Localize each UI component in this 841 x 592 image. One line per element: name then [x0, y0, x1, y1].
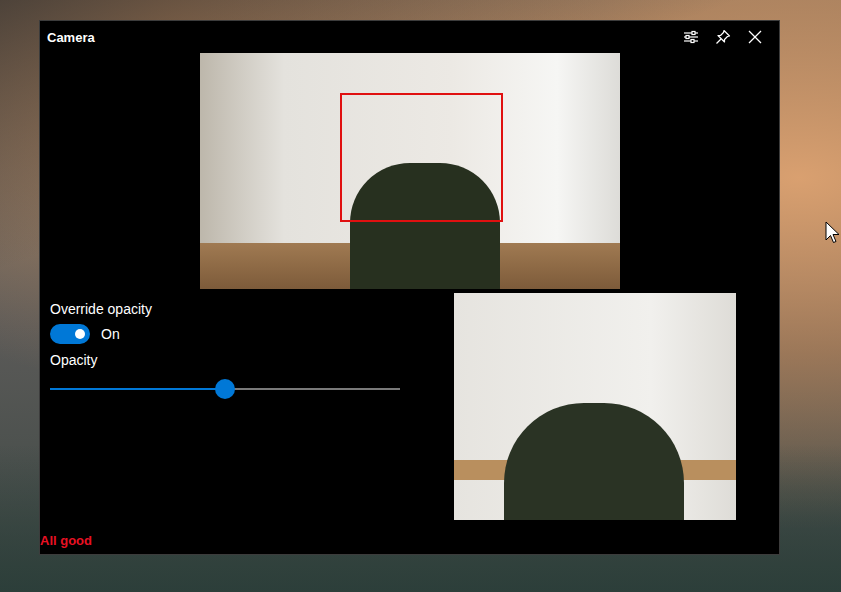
- status-text: All good: [40, 533, 779, 549]
- camera-feed: [200, 53, 620, 289]
- mouse-cursor-icon: [825, 221, 841, 245]
- feed-person: [350, 163, 500, 289]
- preview-person: [504, 403, 684, 520]
- opacity-label: Opacity: [50, 350, 400, 370]
- opacity-slider[interactable]: [50, 377, 400, 401]
- override-opacity-row: On: [50, 324, 400, 344]
- override-opacity-toggle[interactable]: [50, 324, 90, 344]
- title-bar[interactable]: Camera: [40, 21, 779, 53]
- lower-row: Override opacity On Opacity: [40, 293, 779, 520]
- controls-panel: Override opacity On Opacity: [40, 293, 400, 520]
- pin-button[interactable]: [707, 21, 739, 53]
- camera-window: Camera Override opacity On Opacity All good: [39, 20, 780, 555]
- sliders-icon: [683, 29, 699, 45]
- toggle-knob: [75, 329, 85, 339]
- slider-fill: [50, 388, 225, 390]
- slider-thumb[interactable]: [215, 379, 235, 399]
- close-icon: [747, 29, 763, 45]
- close-button[interactable]: [739, 21, 771, 53]
- override-opacity-label: Override opacity: [50, 299, 400, 319]
- settings-button[interactable]: [675, 21, 707, 53]
- face-detection-box: [340, 93, 503, 222]
- pin-icon: [715, 29, 731, 45]
- preview-feed: [454, 293, 736, 520]
- title-buttons: [675, 21, 779, 53]
- window-title: Camera: [47, 30, 95, 45]
- main-feed-row: [40, 53, 779, 289]
- toggle-state-text: On: [101, 326, 120, 342]
- desktop: Camera Override opacity On Opacity All good: [0, 0, 841, 592]
